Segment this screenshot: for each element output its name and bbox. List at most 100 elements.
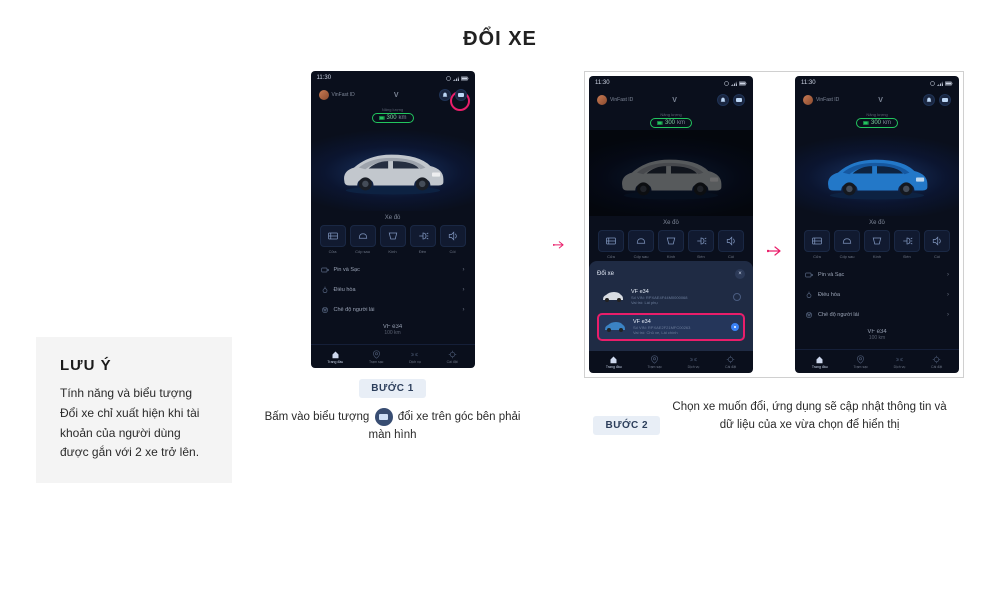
nav-item[interactable]: Trạm sạc — [647, 355, 661, 369]
control-button[interactable] — [864, 230, 890, 252]
control-button[interactable] — [628, 230, 654, 252]
menu-label: Điều hòa — [818, 292, 840, 298]
control-label: Đèn — [419, 249, 426, 254]
control-button[interactable] — [834, 230, 860, 252]
nav-icon — [331, 350, 340, 359]
car-stage — [311, 125, 475, 211]
control-button[interactable] — [320, 225, 346, 247]
control-Cốp sau: Cốp sau — [350, 225, 376, 254]
control-row: Cửa Cốp sau Kính Đèn Còi — [795, 230, 959, 259]
chevron-right-icon: › — [463, 307, 465, 313]
vinfast-id-label: VinFast ID — [816, 97, 839, 103]
menu-item[interactable]: Điều hòa › — [311, 280, 475, 300]
menu-item[interactable]: Pin và Sạc › — [795, 265, 959, 285]
control-label: Cốp sau — [634, 254, 649, 259]
control-Còi: Còi — [924, 230, 950, 259]
nav-icon — [410, 350, 419, 359]
control-Còi: Còi — [440, 225, 466, 254]
menu-icon — [805, 311, 813, 319]
phone-step1: 11:30 VinFast ID V Năng lượng 300km — [311, 71, 475, 368]
control-button[interactable] — [924, 230, 950, 252]
swap-car-icon[interactable] — [733, 94, 745, 106]
status-icons — [930, 80, 953, 86]
control-button[interactable] — [804, 230, 830, 252]
status-time: 11:30 — [317, 75, 332, 81]
nav-icon — [856, 355, 865, 364]
control-Cốp sau: Cốp sau — [834, 230, 860, 259]
control-button[interactable] — [350, 225, 376, 247]
nav-icon — [448, 350, 457, 359]
nav-item[interactable]: Trạm sạc — [369, 350, 383, 364]
nav-item[interactable]: Cài đặt — [931, 355, 942, 369]
nav-item[interactable]: Cài đặt — [725, 355, 736, 369]
control-Đèn: Đèn — [894, 230, 920, 259]
navbar: Trang đầu Trạm sạc Dịch vụ Cài đặt — [795, 349, 959, 373]
nav-label: Trạm sạc — [853, 365, 867, 369]
car-option[interactable]: VF e34 Số VIN: RPXAE2F21MFC00263 Vai trò… — [597, 313, 745, 341]
statusbar: 11:30 — [795, 76, 959, 90]
control-button[interactable] — [688, 230, 714, 252]
chevron-right-icon: › — [463, 267, 465, 273]
menu-item[interactable]: Điều hòa › — [795, 285, 959, 305]
control-button[interactable] — [598, 230, 624, 252]
swap-car-icon[interactable] — [939, 94, 951, 106]
swap-car-icon[interactable] — [455, 89, 467, 101]
step2-phone-group: 11:30 VinFast ID V Năng lượng 300km — [584, 71, 964, 378]
nav-item[interactable]: Cài đặt — [447, 350, 458, 364]
control-label: Kính — [667, 254, 675, 259]
menu-item[interactable]: Chế độ người lái › — [795, 305, 959, 325]
vinfast-id-label: VinFast ID — [332, 92, 355, 98]
control-button[interactable] — [380, 225, 406, 247]
control-label: Cửa — [329, 249, 337, 254]
close-icon[interactable]: × — [735, 269, 745, 279]
nav-item[interactable]: Trang đầu — [606, 355, 622, 369]
control-button[interactable] — [410, 225, 436, 247]
menu-label: Chế độ người lái — [334, 307, 375, 313]
range-pill: 300km — [856, 118, 898, 128]
radio-icon[interactable] — [731, 323, 739, 331]
nav-label: Dịch vụ — [409, 360, 421, 364]
avatar[interactable] — [597, 95, 607, 105]
notification-icon[interactable] — [717, 94, 729, 106]
sheet-title: Đổi xe — [597, 271, 614, 277]
nav-item[interactable]: Trang đầu — [327, 350, 343, 364]
nav-label: Cài đặt — [931, 365, 942, 369]
nav-label: Dịch vụ — [894, 365, 906, 369]
statusbar: 11:30 — [311, 71, 475, 85]
notification-icon[interactable] — [439, 89, 451, 101]
nav-item[interactable]: Trang đầu — [812, 355, 828, 369]
menu-icon — [321, 286, 329, 294]
car-stage — [589, 130, 753, 216]
control-label: Cốp sau — [840, 254, 855, 259]
avatar[interactable] — [803, 95, 813, 105]
avatar[interactable] — [319, 90, 329, 100]
car-stage — [795, 130, 959, 216]
control-label: Cửa — [607, 254, 615, 259]
chevron-right-icon: › — [947, 292, 949, 298]
control-button[interactable] — [440, 225, 466, 247]
control-label: Cửa — [813, 254, 821, 259]
control-button[interactable] — [894, 230, 920, 252]
step2-container: 11:30 VinFast ID V Năng lượng 300km — [584, 71, 964, 435]
chevron-right-icon: › — [463, 287, 465, 293]
car-option[interactable]: VF e34 Số VIN: RPXAE4F44M0000068 Vai trò… — [597, 285, 745, 309]
notification-icon[interactable] — [923, 94, 935, 106]
control-button[interactable] — [658, 230, 684, 252]
range-label: Năng lượng — [795, 112, 959, 117]
radio-icon[interactable] — [733, 293, 741, 301]
nav-item[interactable]: Dịch vụ — [688, 355, 700, 369]
vinfast-id-label: VinFast ID — [610, 97, 633, 103]
nav-item[interactable]: Dịch vụ — [894, 355, 906, 369]
nav-item[interactable]: Trạm sạc — [853, 355, 867, 369]
swap-sheet: Đổi xe × VF e34 Số VIN: RPXAE4F44M000006… — [589, 261, 753, 351]
control-label: Đèn — [903, 254, 910, 259]
control-Kính: Kính — [864, 230, 890, 259]
arrow-icon — [553, 241, 564, 249]
nav-item[interactable]: Dịch vụ — [409, 350, 421, 364]
menu-item[interactable]: Chế độ người lái › — [311, 300, 475, 320]
menu-item[interactable]: Pin và Sạc › — [311, 260, 475, 280]
nav-icon — [932, 355, 941, 364]
nav-label: Cài đặt — [447, 360, 458, 364]
control-button[interactable] — [718, 230, 744, 252]
nav-label: Cài đặt — [725, 365, 736, 369]
